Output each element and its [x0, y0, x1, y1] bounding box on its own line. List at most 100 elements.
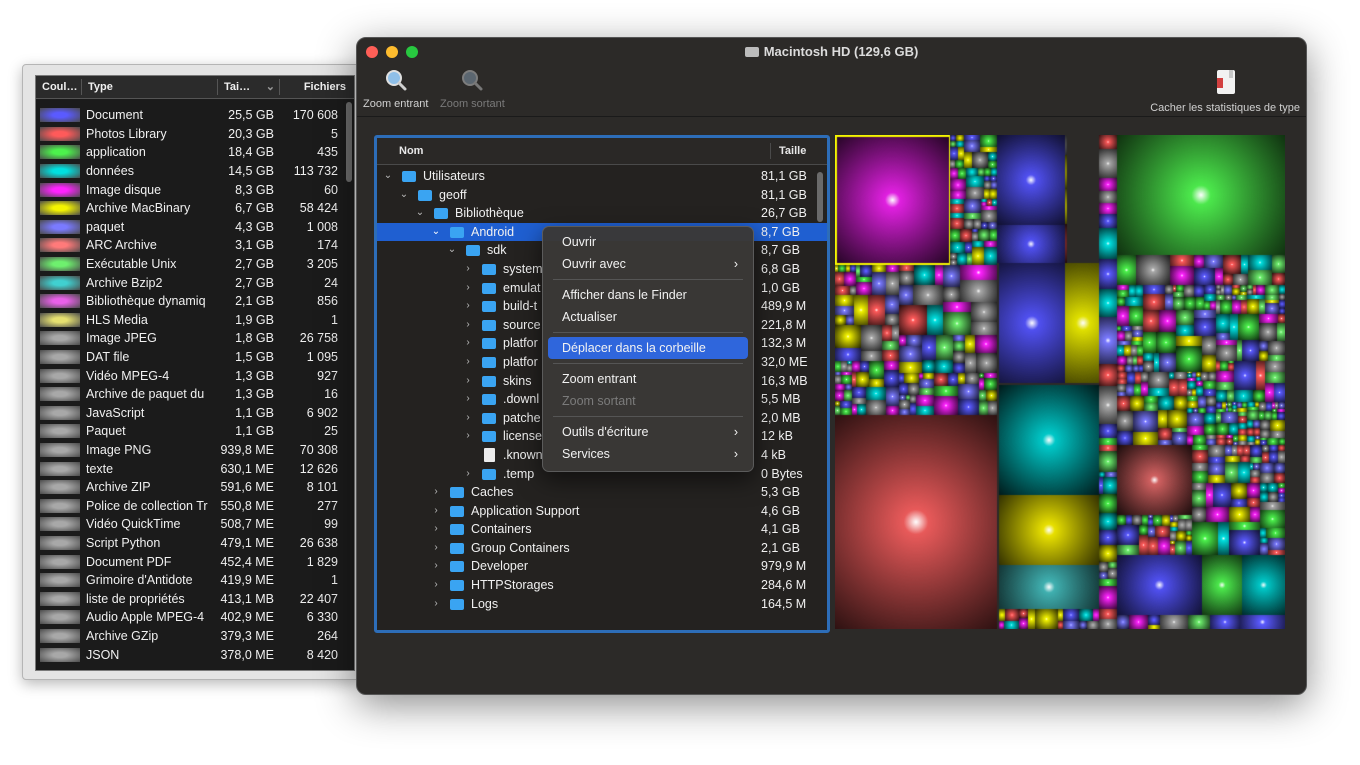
column-header-size[interactable]: Tai… ⌄: [218, 79, 280, 95]
menu-item-zoom-sortant[interactable]: Zoom sortant: [548, 390, 748, 412]
menu-item-zoom-entrant[interactable]: Zoom entrant: [548, 368, 748, 390]
type-size: 6,7 GB: [235, 201, 274, 216]
menu-item-outils-d-ecriture[interactable]: Outils d'écriture ›: [548, 421, 748, 443]
disclosure-expanded-icon[interactable]: ⌄: [431, 223, 441, 242]
disclosure-collapsed-icon[interactable]: ›: [431, 557, 441, 576]
disclosure-collapsed-icon[interactable]: ›: [463, 279, 473, 298]
type-color-swatch: [40, 442, 80, 457]
stats-scrollbar[interactable]: [346, 102, 352, 182]
disclosure-collapsed-icon[interactable]: ›: [463, 409, 473, 428]
column-header-size[interactable]: Taille: [770, 143, 827, 159]
menu-item-actualiser[interactable]: Actualiser: [548, 306, 748, 328]
column-header-name[interactable]: Nom: [377, 145, 770, 157]
tree-row[interactable]: › Caches 5,3 GB: [377, 483, 827, 502]
stats-row[interactable]: JavaScript 1,1 GB 6 902: [36, 404, 342, 423]
tree-row[interactable]: › Application Support 4,6 GB: [377, 502, 827, 521]
type-color-swatch: [40, 573, 80, 588]
stats-row[interactable]: Vidéo MPEG-4 1,3 GB 927: [36, 366, 342, 385]
type-statistics-table[interactable]: Coul… Type Tai… ⌄ Fichiers Document 25,5 G…: [35, 75, 355, 671]
type-file-count: 8 420: [306, 647, 338, 662]
stats-row[interactable]: Bibliothèque dynamiq 2,1 GB 856: [36, 292, 342, 311]
column-header-color[interactable]: Coul…: [36, 79, 82, 95]
tree-item-size: 221,8 M: [761, 317, 807, 332]
disclosure-collapsed-icon[interactable]: ›: [431, 483, 441, 502]
tree-scrollbar[interactable]: [817, 172, 823, 222]
disclosure-collapsed-icon[interactable]: ›: [431, 539, 441, 558]
stats-row[interactable]: Archive MacBinary 6,7 GB 58 424: [36, 199, 342, 218]
stats-row[interactable]: Grimoire d'Antidote 419,9 ME 1: [36, 571, 342, 590]
disclosure-expanded-icon[interactable]: ⌄: [415, 204, 425, 223]
zoom-in-button[interactable]: Zoom entrant: [363, 68, 428, 110]
stats-row[interactable]: paquet 4,3 GB 1 008: [36, 218, 342, 237]
stats-row[interactable]: Vidéo QuickTime 508,7 ME 99: [36, 515, 342, 534]
type-color-swatch: [40, 201, 80, 216]
tree-row[interactable]: › Logs 164,5 M: [377, 595, 827, 614]
stats-row[interactable]: Paquet 1,1 GB 25: [36, 422, 342, 441]
column-header-type[interactable]: Type: [82, 79, 218, 95]
type-size: 1,8 GB: [235, 331, 274, 346]
disclosure-collapsed-icon[interactable]: ›: [431, 502, 441, 521]
type-name: Archive Bzip2: [86, 275, 163, 290]
type-file-count: 12 626: [299, 461, 338, 476]
stats-row[interactable]: Police de collection Tr 550,8 ME 277: [36, 496, 342, 515]
zoom-out-button[interactable]: Zoom sortant: [440, 68, 505, 110]
stats-row[interactable]: application 18,4 GB 435: [36, 143, 342, 162]
disclosure-expanded-icon[interactable]: ⌄: [383, 167, 393, 186]
disk-usage-treemap[interactable]: [835, 135, 1285, 629]
column-header-files[interactable]: Fichiers: [280, 79, 350, 95]
stats-row[interactable]: Photos Library 20,3 GB 5: [36, 125, 342, 144]
disclosure-collapsed-icon[interactable]: ›: [463, 316, 473, 335]
stats-row[interactable]: Image PNG 939,8 ME 70 308: [36, 441, 342, 460]
menu-item-ouvrir-avec[interactable]: Ouvrir avec ›: [548, 253, 748, 275]
disclosure-collapsed-icon[interactable]: ›: [463, 334, 473, 353]
disclosure-collapsed-icon[interactable]: ›: [463, 297, 473, 316]
tree-row[interactable]: › HTTPStorages 284,6 M: [377, 576, 827, 595]
tree-item-name: system: [503, 261, 543, 276]
tree-row[interactable]: ⌄ Utilisateurs 81,1 GB: [377, 167, 827, 186]
menu-item-ouvrir[interactable]: Ouvrir: [548, 231, 748, 253]
disclosure-collapsed-icon[interactable]: ›: [431, 520, 441, 539]
stats-row[interactable]: Exécutable Unix 2,7 GB 3 205: [36, 255, 342, 274]
disclosure-collapsed-icon[interactable]: ›: [463, 260, 473, 279]
stats-row[interactable]: Archive de paquet du 1,3 GB 16: [36, 385, 342, 404]
stats-row[interactable]: Image disque 8,3 GB 60: [36, 180, 342, 199]
disclosure-collapsed-icon[interactable]: ›: [463, 427, 473, 446]
stats-row[interactable]: données 14,5 GB 113 732: [36, 162, 342, 181]
tree-row[interactable]: ⌄ geoff 81,1 GB: [377, 186, 827, 205]
stats-row[interactable]: Archive ZIP 591,6 ME 8 101: [36, 478, 342, 497]
stats-row[interactable]: Script Python 479,1 ME 26 638: [36, 534, 342, 553]
stats-row[interactable]: Document PDF 452,4 ME 1 829: [36, 552, 342, 571]
tree-item-name: Developer: [471, 559, 528, 574]
stats-row[interactable]: Image JPEG 1,8 GB 26 758: [36, 329, 342, 348]
type-name: paquet: [86, 219, 125, 234]
type-file-count: 8 101: [306, 480, 338, 495]
disclosure-collapsed-icon[interactable]: ›: [431, 595, 441, 614]
stats-row[interactable]: Archive GZip 379,3 ME 264: [36, 627, 342, 646]
disclosure-collapsed-icon[interactable]: ›: [431, 576, 441, 595]
disclosure-collapsed-icon[interactable]: ›: [463, 390, 473, 409]
disclosure-collapsed-icon[interactable]: ›: [463, 372, 473, 391]
stats-row[interactable]: JSON 378,0 ME 8 420: [36, 645, 342, 664]
tree-row[interactable]: › Group Containers 2,1 GB: [377, 539, 827, 558]
type-color-swatch: [40, 628, 80, 643]
stats-row[interactable]: liste de propriétés 413,1 MB 22 407: [36, 589, 342, 608]
stats-row[interactable]: ARC Archive 3,1 GB 174: [36, 236, 342, 255]
hide-type-statistics-button[interactable]: Cacher les statistiques de type: [1150, 68, 1300, 114]
stats-row[interactable]: HLS Media 1,9 GB 1: [36, 311, 342, 330]
stats-row[interactable]: Archive Bzip2 2,7 GB 24: [36, 273, 342, 292]
tree-row[interactable]: › Developer 979,9 M: [377, 557, 827, 576]
disclosure-collapsed-icon[interactable]: ›: [463, 465, 473, 484]
disclosure-expanded-icon[interactable]: ⌄: [447, 241, 457, 260]
menu-item-afficher-dans-le-finder[interactable]: Afficher dans le Finder: [548, 284, 748, 306]
tree-row[interactable]: ⌄ Bibliothèque 26,7 GB: [377, 204, 827, 223]
tree-item-name: Logs: [471, 596, 499, 611]
disclosure-expanded-icon[interactable]: ⌄: [399, 186, 409, 205]
stats-row[interactable]: Document 25,5 GB 170 608: [36, 106, 342, 125]
stats-row[interactable]: Audio Apple MPEG-4 402,9 ME 6 330: [36, 608, 342, 627]
disclosure-collapsed-icon[interactable]: ›: [463, 353, 473, 372]
stats-row[interactable]: DAT file 1,5 GB 1 095: [36, 348, 342, 367]
menu-item-deplacer-dans-la-corbeille[interactable]: Déplacer dans la corbeille: [548, 337, 748, 359]
menu-item-services[interactable]: Services ›: [548, 443, 748, 465]
tree-row[interactable]: › Containers 4,1 GB: [377, 520, 827, 539]
stats-row[interactable]: texte 630,1 ME 12 626: [36, 459, 342, 478]
